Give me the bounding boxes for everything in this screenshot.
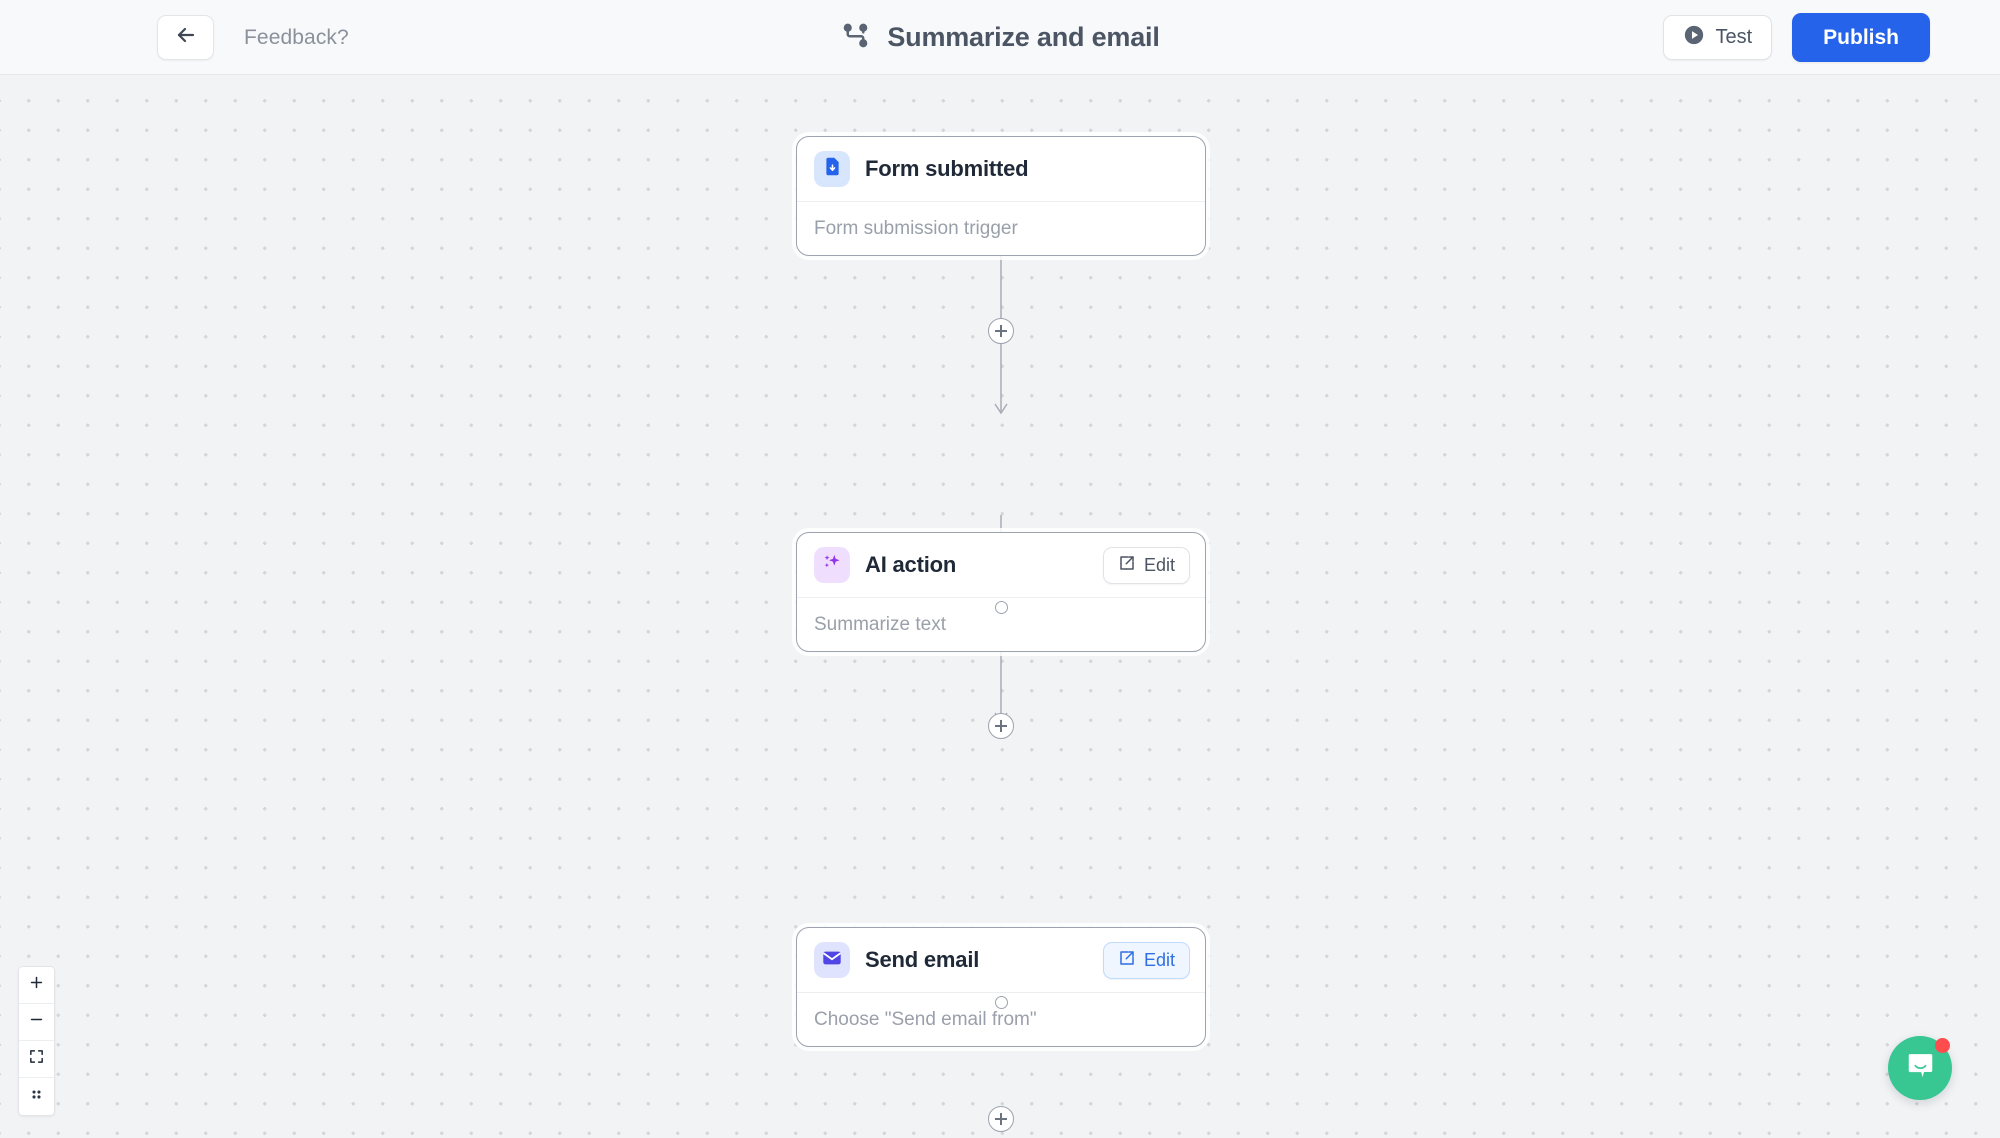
arrow-left-icon xyxy=(174,23,198,52)
node-title: AI action xyxy=(865,552,957,577)
workflow-branch-icon xyxy=(840,20,871,56)
workflow-node-form-submitted[interactable]: Form submitted Form submission trigger xyxy=(796,136,1206,256)
form-document-download-icon xyxy=(822,156,843,182)
plus-icon xyxy=(28,974,45,996)
workflow-node-ai-action[interactable]: AI action Edit Summarize text xyxy=(796,532,1206,652)
add-step-button-after-send-email[interactable] xyxy=(988,1106,1014,1132)
feedback-link[interactable]: Feedback? xyxy=(244,0,349,75)
pencil-square-icon xyxy=(1118,949,1136,972)
workflow-canvas[interactable]: Form submitted Form submission trigger A… xyxy=(0,75,2000,1138)
test-button-label: Test xyxy=(1715,26,1753,48)
envelope-icon-wrapper xyxy=(814,942,850,978)
sparkles-icon xyxy=(821,552,843,579)
chat-bubble-icon xyxy=(1904,1049,1937,1087)
add-step-button-after-ai-action[interactable] xyxy=(988,713,1014,739)
app-header: Feedback? Summarize and email Test Publi… xyxy=(0,0,2000,75)
zoom-in-button[interactable] xyxy=(19,967,54,1004)
envelope-icon xyxy=(821,947,843,974)
minus-icon xyxy=(28,1011,45,1033)
fit-screen-icon xyxy=(28,1048,45,1070)
form-document-download-icon-wrapper xyxy=(814,151,850,187)
node-header: Send email Edit xyxy=(797,928,1205,993)
play-circle-icon xyxy=(1683,24,1705,52)
zoom-out-button[interactable] xyxy=(19,1004,54,1041)
node-input-handle-send-email[interactable] xyxy=(995,996,1008,1009)
toggle-interactivity-button[interactable] xyxy=(19,1078,54,1115)
edit-node-button-ai-action[interactable]: Edit xyxy=(1102,546,1190,584)
node-header: Form submitted xyxy=(797,137,1205,202)
chat-unread-badge xyxy=(1935,1038,1950,1053)
fit-view-button[interactable] xyxy=(19,1041,54,1078)
edit-button-label: Edit xyxy=(1143,554,1175,575)
header-actions: Test Publish xyxy=(1663,0,1930,75)
edit-button-label: Edit xyxy=(1143,949,1175,970)
node-title: Form submitted xyxy=(865,156,1029,181)
add-step-button-after-form-submitted[interactable] xyxy=(988,318,1014,344)
edit-node-button-send-email[interactable]: Edit xyxy=(1102,941,1190,979)
workflow-node-send-email[interactable]: Send email Edit Choose "Send email from" xyxy=(796,927,1206,1047)
grid-dots-icon xyxy=(28,1086,45,1108)
back-button[interactable] xyxy=(157,15,214,60)
chat-launcher-button[interactable] xyxy=(1888,1036,1952,1100)
sparkles-icon-wrapper xyxy=(814,547,850,583)
node-title: Send email xyxy=(865,947,980,972)
node-input-handle-ai-action[interactable] xyxy=(995,601,1008,614)
node-header: AI action Edit xyxy=(797,533,1205,598)
page-title: Summarize and email xyxy=(887,22,1160,52)
canvas-zoom-controls xyxy=(18,966,55,1116)
pencil-square-icon xyxy=(1118,554,1136,577)
publish-button[interactable]: Publish xyxy=(1792,13,1930,62)
test-button[interactable]: Test xyxy=(1663,15,1773,60)
node-subtitle: Form submission trigger xyxy=(814,217,1018,239)
